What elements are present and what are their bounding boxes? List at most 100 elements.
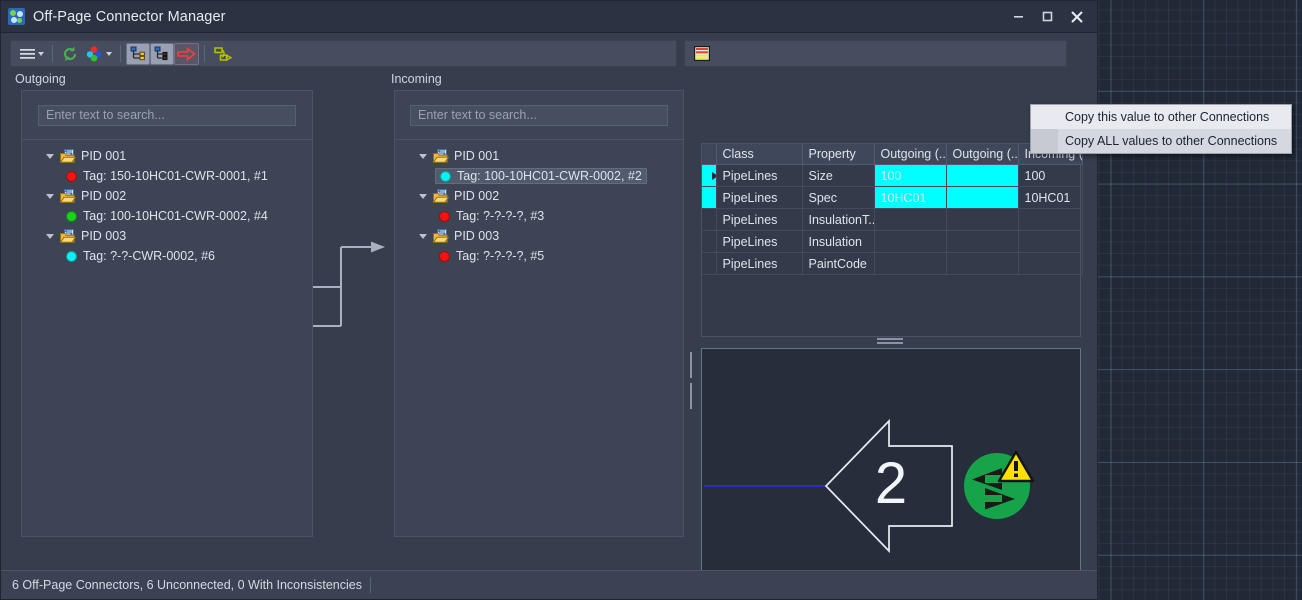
grid-cell[interactable] — [946, 164, 1019, 187]
vertical-splitter[interactable] — [690, 352, 694, 409]
status-dot-icon — [66, 170, 77, 182]
grid-cell[interactable]: PaintCode — [802, 252, 875, 275]
grid-cell[interactable]: 10HC01 — [1018, 186, 1083, 209]
tree-node-parent[interactable]: PID 001 — [22, 146, 312, 166]
minimize-button[interactable] — [1004, 1, 1033, 32]
grid-column-header[interactable]: Outgoing (... — [874, 144, 947, 165]
grid-cell[interactable] — [1018, 230, 1083, 253]
grid-cell[interactable]: 100 — [1018, 164, 1083, 187]
grid-cell[interactable]: PipeLines — [716, 230, 803, 253]
menu-button[interactable] — [17, 43, 47, 65]
chevron-down-icon[interactable] — [419, 193, 427, 199]
row-selector[interactable] — [702, 208, 717, 231]
horizontal-splitter[interactable] — [877, 338, 903, 344]
property-grid[interactable]: Class Property Outgoing (... Outgoing (... I… — [702, 144, 1083, 275]
grid-column-header[interactable]: Property — [802, 144, 875, 165]
color-filter-dropdown-caret[interactable] — [106, 51, 112, 56]
close-button[interactable] — [1062, 1, 1091, 32]
main-toolbar — [10, 40, 677, 67]
outgoing-tree[interactable]: PID 001 Tag: 150-10HC01-CWR-0001, #1 PID 0… — [22, 140, 312, 266]
grid-cell[interactable]: Insulation — [802, 230, 875, 253]
grid-cell[interactable] — [946, 230, 1019, 253]
title-bar: Off-Page Connector Manager — [1, 1, 1097, 33]
chevron-down-icon[interactable] — [419, 233, 427, 239]
grid-cell[interactable] — [874, 252, 947, 275]
refresh-button[interactable] — [58, 43, 82, 65]
incoming-tree[interactable]: PID 001 Tag: 100-10HC01-CWR-0002, #2 PID 0… — [395, 140, 683, 266]
grid-cell[interactable] — [946, 208, 1019, 231]
maximize-button[interactable] — [1033, 1, 1062, 32]
grid-cell[interactable]: 10HC01 — [874, 186, 947, 209]
connection-link-graphic — [313, 241, 385, 327]
tree-node-selected-wrap: Tag: 100-10HC01-CWR-0002, #2 — [435, 168, 647, 184]
pid-folder-icon — [432, 189, 450, 203]
tree-node-parent[interactable]: PID 002 — [395, 186, 683, 206]
chevron-down-icon[interactable] — [46, 153, 54, 159]
grid-cell[interactable] — [874, 208, 947, 231]
grid-cell[interactable]: PipeLines — [716, 164, 803, 187]
grid-cell[interactable]: InsulationT... — [802, 208, 875, 231]
color-filter-button[interactable] — [82, 43, 115, 65]
tree-node-parent[interactable]: PID 001 — [395, 146, 683, 166]
table-row[interactable]: PipeLines Spec 10HC01 10HC01 — [702, 186, 1083, 209]
context-menu-item[interactable]: Copy ALL values to other Connections — [1031, 129, 1291, 153]
grid-cell[interactable]: PipeLines — [716, 252, 803, 275]
grid-cell[interactable] — [946, 252, 1019, 275]
grid-cell[interactable] — [946, 186, 1019, 209]
grid-column-header[interactable]: Outgoing (... — [946, 144, 1019, 165]
show-connections-tree-button[interactable] — [126, 42, 150, 65]
context-menu[interactable]: Copy this value to other Connections Copy… — [1030, 104, 1292, 154]
incoming-search-input[interactable]: Enter text to search... — [410, 104, 668, 126]
table-row[interactable]: PipeLines InsulationT... — [702, 208, 1083, 231]
grid-cell[interactable] — [1018, 208, 1083, 231]
grid-cell[interactable]: PipeLines — [716, 186, 803, 209]
chevron-down-icon[interactable] — [46, 233, 54, 239]
pid-folder-icon — [59, 229, 77, 243]
status-dot-icon — [440, 170, 451, 182]
context-menu-item[interactable]: Copy this value to other Connections — [1031, 105, 1291, 129]
status-dot-icon — [66, 210, 77, 222]
grid-cell[interactable]: Size — [802, 164, 875, 187]
property-grid-body[interactable]: PipeLines Size 100 100 PipeLines Spec 10HC01 10… — [702, 164, 1083, 275]
grid-cell[interactable]: PipeLines — [716, 208, 803, 231]
tree-node-connector[interactable]: Tag: ?-?-CWR-0002, #6 — [22, 246, 312, 266]
property-stripes-button[interactable] — [691, 43, 713, 65]
tree-node-parent[interactable]: PID 002 — [22, 186, 312, 206]
table-row[interactable]: PipeLines Size 100 100 — [702, 164, 1083, 187]
chevron-down-icon[interactable] — [419, 153, 427, 159]
tree-node-parent[interactable]: PID 003 — [395, 226, 683, 246]
grid-cell[interactable] — [1018, 252, 1083, 275]
tree-node-label: Tag: ?-?-?-?, #3 — [456, 209, 545, 223]
grid-cell[interactable]: 100 — [874, 164, 947, 187]
row-selector[interactable] — [702, 230, 717, 253]
table-row[interactable]: PipeLines Insulation — [702, 230, 1083, 253]
grid-column-header[interactable]: Class — [716, 144, 803, 165]
tree-node-parent[interactable]: PID 003 — [22, 226, 312, 246]
current-row-indicator-icon — [712, 171, 715, 180]
tree-node-connector[interactable]: Tag: ?-?-?-?, #5 — [395, 246, 683, 266]
context-menu-items[interactable]: Copy this value to other Connections Copy… — [1031, 105, 1291, 153]
tree-node-connector[interactable]: Tag: 150-10HC01-CWR-0001, #1 — [22, 166, 312, 186]
grid-cell[interactable] — [874, 230, 947, 253]
toolbar-separator — [204, 45, 205, 62]
tree-node-label: PID 002 — [454, 189, 500, 203]
table-row[interactable]: PipeLines PaintCode — [702, 252, 1083, 275]
tree-node-connector[interactable]: Tag: 100-10HC01-CWR-0002, #2 — [395, 166, 683, 186]
show-list-button[interactable] — [150, 42, 174, 65]
chevron-down-icon[interactable] — [46, 193, 54, 199]
status-dot-icon — [439, 210, 450, 222]
outgoing-pane-label: Outgoing — [15, 72, 66, 86]
tree-node-connector[interactable]: Tag: ?-?-?-?, #3 — [395, 206, 683, 226]
property-grid-header-row: Class Property Outgoing (... Outgoing (... I… — [702, 144, 1083, 165]
status-bar: 6 Off-Page Connectors, 6 Unconnected, 0 … — [1, 570, 1097, 599]
grid-cell[interactable]: Spec — [802, 186, 875, 209]
go-to-connector-button[interactable] — [174, 42, 199, 65]
menu-dropdown-caret[interactable] — [38, 51, 44, 56]
link-connector-button[interactable] — [210, 43, 235, 65]
tree-node-connector[interactable]: Tag: 100-10HC01-CWR-0002, #4 — [22, 206, 312, 226]
row-selector[interactable] — [702, 164, 717, 187]
outgoing-search-input[interactable]: Enter text to search... — [38, 104, 296, 126]
row-selector[interactable] — [702, 252, 717, 275]
outgoing-panel: Enter text to search... PID 001 Tag: 150-… — [21, 90, 313, 537]
row-selector[interactable] — [702, 186, 717, 209]
